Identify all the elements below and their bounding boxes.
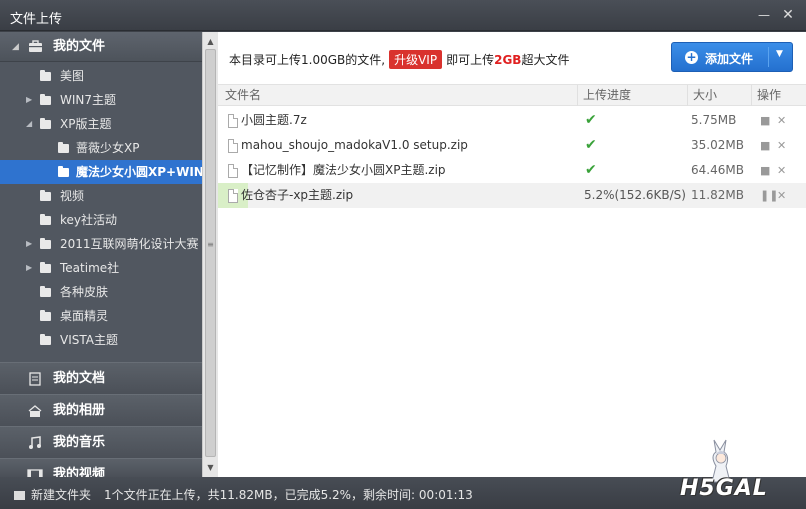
delete-icon[interactable]: ✕ (777, 133, 786, 158)
watermark-logo: H5GAL (680, 476, 768, 501)
section-label: 我的相册 (53, 403, 106, 418)
close-button[interactable]: ✕ (779, 6, 797, 24)
file-size: 11.82MB (691, 188, 744, 202)
check-icon: ✔ (585, 137, 597, 153)
splitter-grip-icon[interactable]: ≡ (205, 240, 216, 250)
file-icon (228, 139, 238, 153)
new-folder-icon (14, 491, 25, 500)
file-icon (228, 114, 238, 128)
table-row[interactable]: 【记忆制作】魔法少女小圆XP主题.zip ✔ 64.46MB ■ ✕ (218, 158, 806, 183)
section-label: 我的文档 (53, 371, 106, 386)
folder-open-icon[interactable]: ■ (760, 158, 770, 183)
section-album[interactable]: 我的相册 (0, 394, 202, 426)
sidebar-scrollbar[interactable]: ▲ ≡ ▼ (202, 32, 218, 477)
upload-status-text: 1个文件正在上传，共11.82MB，已完成5.2%，剩余时间: 00:01:13 (104, 488, 473, 502)
new-folder-button[interactable]: 新建文件夹 (14, 486, 91, 503)
new-folder-label: 新建文件夹 (31, 488, 92, 502)
video-icon (27, 469, 43, 477)
add-file-button[interactable]: + 添加文件 ▼ (671, 42, 793, 72)
file-size: 35.02MB (691, 138, 744, 152)
check-icon: ✔ (585, 112, 597, 128)
delete-icon[interactable]: ✕ (777, 183, 786, 208)
table-row[interactable]: mahou_shoujo_madokaV1.0 setup.zip ✔ 35.02M… (218, 133, 806, 158)
table-header: 文件名 上传进度 大小 操作 (218, 84, 806, 106)
file-icon (228, 189, 238, 203)
document-icon (29, 372, 41, 386)
file-name: 佐仓杏子-xp主题.zip (241, 188, 354, 202)
banner-text-mid: 即可上传 (446, 53, 495, 67)
banner-text-end: 超大文件 (521, 53, 570, 67)
main-panel: 本目录可上传1.00GB的文件, 升级VIP 即可上传2GB超大文件 + 添加文件 … (218, 32, 806, 477)
scroll-up-icon[interactable]: ▲ (203, 34, 218, 49)
scroll-thumb[interactable] (205, 49, 216, 457)
scroll-down-icon[interactable]: ▼ (203, 460, 218, 475)
file-size: 5.75MB (691, 113, 737, 127)
file-name: 【记忆制作】魔法少女小圆XP主题.zip (241, 163, 446, 177)
banner-text: 本目录可上传1.00GB的文件, (229, 53, 386, 67)
upload-progress: 5.2%(152.6KB/S) (584, 188, 686, 202)
minimize-button[interactable]: — (755, 6, 773, 24)
chevron-down-icon[interactable]: ▼ (776, 49, 783, 59)
table-row[interactable]: 佐仓杏子-xp主题.zip 5.2%(152.6KB/S) 11.82MB ❚❚ ✕ (218, 183, 806, 208)
section-label: 我的音乐 (53, 435, 106, 450)
delete-icon[interactable]: ✕ (777, 158, 786, 183)
add-file-label: 添加文件 (705, 52, 754, 66)
col-progress[interactable]: 上传进度 (577, 85, 687, 106)
pause-icon[interactable]: ❚❚ (760, 183, 778, 208)
upload-limit-banner: 本目录可上传1.00GB的文件, 升级VIP 即可上传2GB超大文件 + 添加文件 … (218, 32, 806, 82)
folder-open-icon[interactable]: ■ (760, 133, 770, 158)
table-row[interactable]: 小圆主题.7z ✔ 5.75MB ■ ✕ (218, 108, 806, 133)
folder-open-icon[interactable]: ■ (760, 108, 770, 133)
section-label: 我的视频 (53, 467, 106, 477)
file-icon (228, 164, 238, 178)
file-size: 64.46MB (691, 163, 744, 177)
delete-icon[interactable]: ✕ (777, 108, 786, 133)
plus-icon: + (685, 50, 698, 64)
button-divider (768, 47, 769, 67)
check-icon: ✔ (585, 162, 597, 178)
file-name: 小圆主题.7z (241, 113, 307, 127)
section-music[interactable]: 我的音乐 (0, 426, 202, 458)
section-video[interactable]: 我的视频 (0, 458, 202, 477)
section-document[interactable]: 我的文档 (0, 362, 202, 394)
music-icon (29, 436, 41, 449)
col-size[interactable]: 大小 (687, 85, 751, 106)
col-action: 操作 (751, 85, 806, 106)
album-icon (28, 405, 42, 417)
file-name: mahou_shoujo_madokaV1.0 setup.zip (241, 138, 468, 152)
upgrade-vip-button[interactable]: 升级VIP (389, 50, 443, 69)
banner-highlight: 2GB (494, 53, 522, 67)
col-filename[interactable]: 文件名 (225, 85, 261, 106)
